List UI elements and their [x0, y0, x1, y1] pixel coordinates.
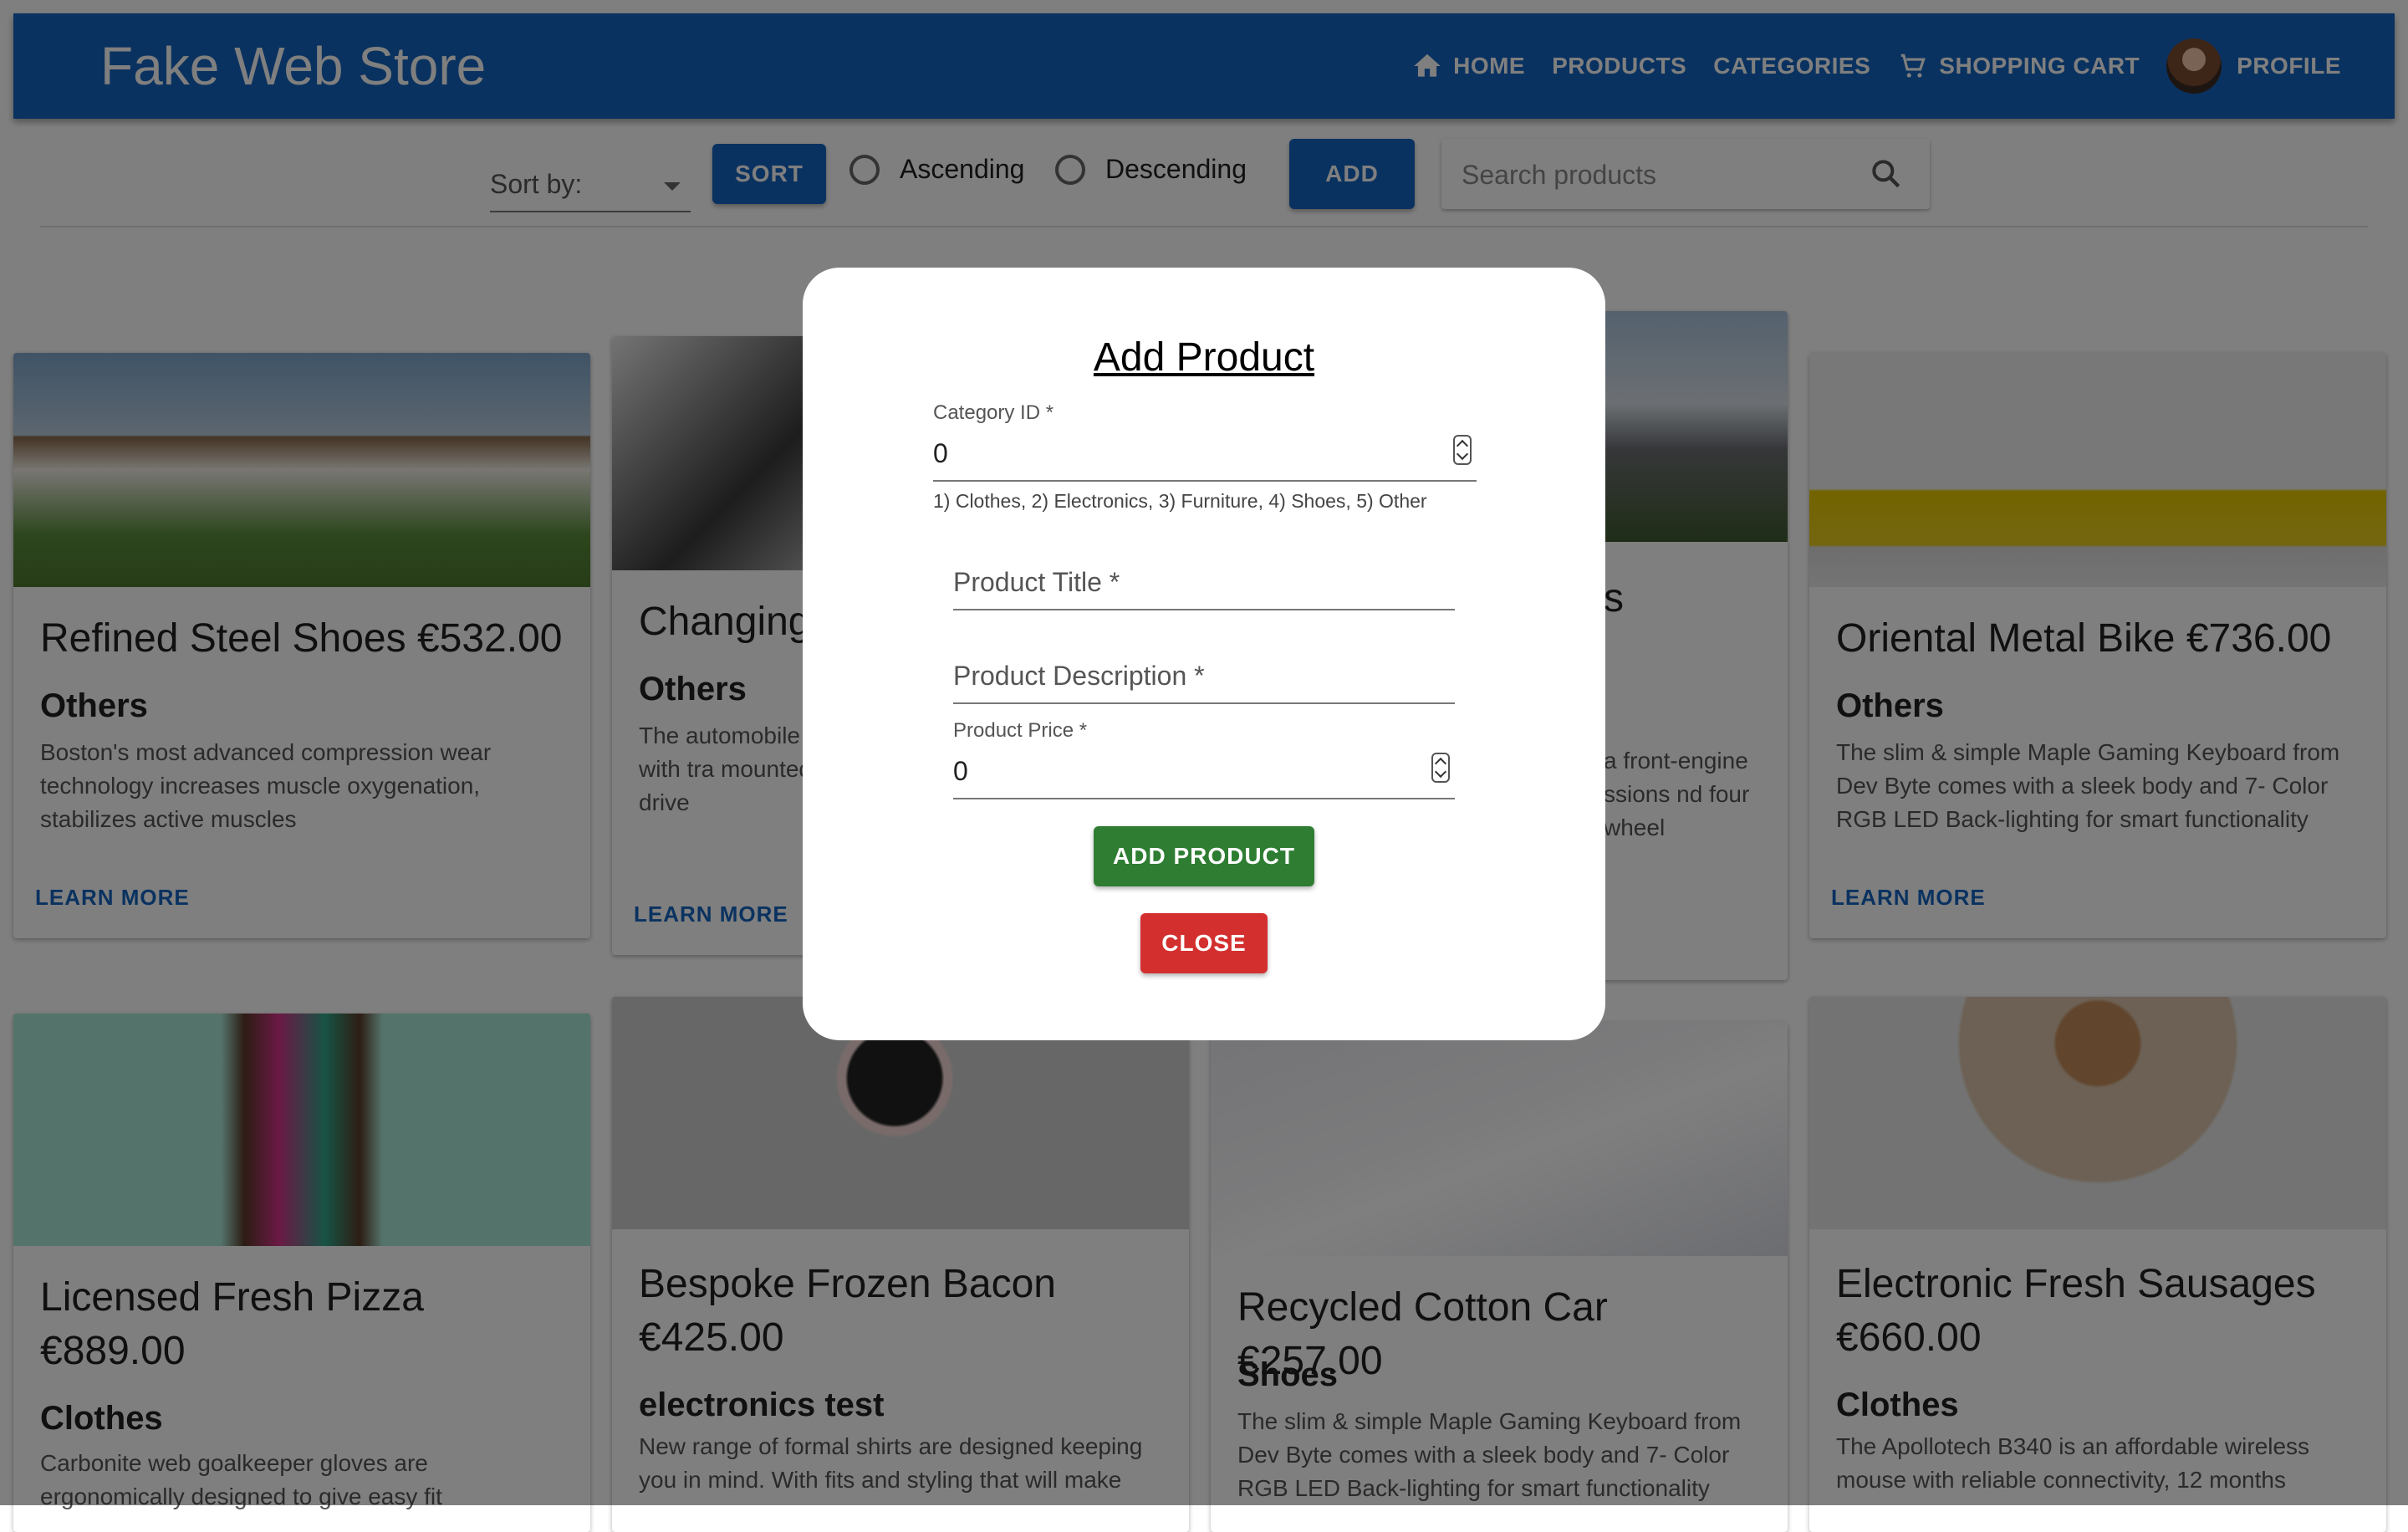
dialog-title: Add Product: [1093, 335, 1315, 380]
number-stepper-icon[interactable]: [1431, 753, 1450, 783]
product-price-label: Product Price *: [953, 719, 1088, 742]
category-id-value: 0: [933, 438, 948, 468]
product-price-field[interactable]: 0: [953, 744, 1455, 799]
product-title-field[interactable]: Product Title *: [953, 554, 1455, 610]
add-product-dialog: Add Product Category ID * 0 1) Clothes, …: [803, 268, 1605, 1040]
product-description-field[interactable]: Product Description *: [953, 647, 1455, 704]
category-helper-text: 1) Clothes, 2) Electronics, 3) Furniture…: [933, 490, 1427, 512]
close-button[interactable]: CLOSE: [1140, 913, 1268, 973]
category-id-label: Category ID *: [933, 401, 1054, 424]
product-price-value: 0: [953, 756, 968, 786]
product-description-placeholder: Product Description *: [953, 661, 1205, 691]
add-product-button[interactable]: ADD PRODUCT: [1094, 826, 1314, 886]
number-stepper-icon[interactable]: [1453, 435, 1472, 465]
product-title-placeholder: Product Title *: [953, 567, 1120, 597]
category-id-field[interactable]: 0: [933, 426, 1477, 482]
